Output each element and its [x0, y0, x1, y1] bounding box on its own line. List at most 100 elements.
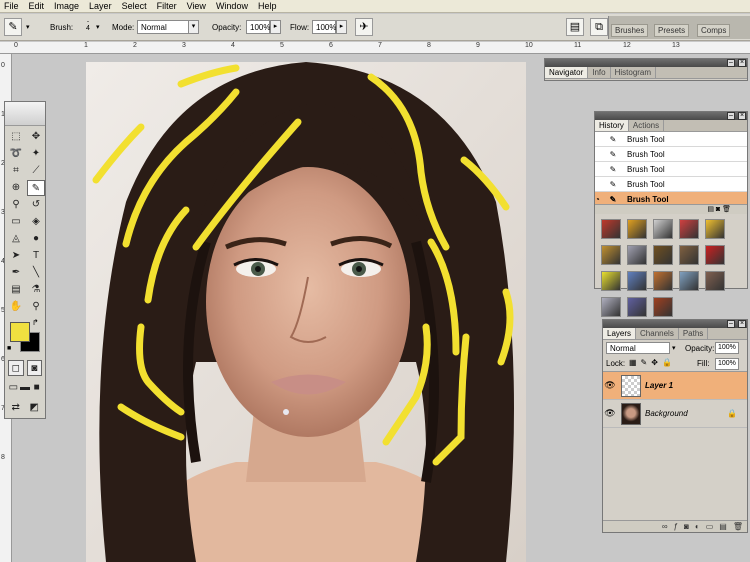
layer-style-icon[interactable]: ƒ	[674, 522, 678, 531]
line-tool-icon[interactable]: ╲	[27, 265, 45, 281]
style-swatch[interactable]	[679, 245, 699, 265]
tool-preset-brush-icon[interactable]: ✎	[4, 18, 22, 36]
tab-histogram[interactable]: Histogram	[611, 67, 657, 78]
marquee-tool-icon[interactable]: ⬚	[7, 129, 25, 145]
eye-icon[interactable]: 👁	[603, 380, 617, 391]
airbrush-icon[interactable]: ✈	[355, 18, 373, 36]
dodge-tool-icon[interactable]: ●	[27, 231, 45, 247]
minimize-icon[interactable]: –	[727, 59, 735, 67]
minimize-icon[interactable]: –	[727, 320, 735, 328]
menu-view[interactable]: View	[187, 1, 206, 11]
link-layers-icon[interactable]: ∞	[662, 522, 668, 531]
standard-mode-icon[interactable]: ◻	[8, 360, 24, 376]
well-tab-comps[interactable]: Comps	[697, 24, 731, 37]
menu-filter[interactable]: Filter	[157, 1, 177, 11]
zoom-tool-icon[interactable]: ⚲	[27, 299, 45, 315]
tab-history[interactable]: History	[595, 120, 629, 131]
minimize-icon[interactable]: –	[727, 112, 735, 120]
style-swatch[interactable]	[627, 219, 647, 239]
close-icon[interactable]: ×	[738, 59, 746, 67]
quick-mask-mode-icon[interactable]: ◙	[26, 360, 42, 376]
layer-row-layer-1[interactable]: 👁 Layer 1	[603, 372, 747, 400]
jump-to-imageready-icon[interactable]: ⇄	[8, 400, 24, 416]
layer-row-background[interactable]: 👁 Background 🔒	[603, 400, 747, 428]
history-state[interactable]: ◔ ✎ Brush Tool	[595, 192, 747, 204]
style-swatch[interactable]	[653, 219, 673, 239]
eyedropper-tool-icon[interactable]: ⚗	[27, 282, 45, 298]
standard-screen-icon[interactable]: ▭	[8, 380, 19, 396]
menu-select[interactable]: Select	[122, 1, 147, 11]
swap-colors-icon[interactable]: ↱	[32, 318, 39, 327]
style-swatch[interactable]	[601, 297, 621, 317]
new-document-icon[interactable]: ▤	[707, 206, 714, 213]
trash-icon[interactable]: 🗑	[722, 206, 731, 213]
mode-select[interactable]: Normal	[137, 20, 189, 34]
eye-icon[interactable]: 👁	[603, 408, 617, 419]
history-state[interactable]: ✎ Brush Tool	[595, 147, 747, 162]
tab-navigator[interactable]: Navigator	[545, 67, 589, 78]
style-swatch[interactable]	[601, 219, 621, 239]
pen-tool-icon[interactable]: ✒	[7, 265, 25, 281]
clone-stamp-tool-icon[interactable]: ⚲	[7, 197, 25, 213]
history-state[interactable]: ✎ Brush Tool	[595, 162, 747, 177]
lasso-tool-icon[interactable]: ➰	[7, 146, 25, 162]
paint-bucket-tool-icon[interactable]: ◈	[27, 214, 45, 230]
close-icon[interactable]: ×	[738, 112, 746, 120]
palette-toggle-icon[interactable]: ⧉	[590, 18, 608, 36]
navigator-panel-titlebar[interactable]: – ×	[545, 59, 747, 67]
style-swatch[interactable]	[653, 297, 673, 317]
style-swatch[interactable]	[679, 271, 699, 291]
style-swatch[interactable]	[627, 245, 647, 265]
adjustment-layer-icon[interactable]: ◐	[695, 522, 700, 531]
tab-paths[interactable]: Paths	[679, 328, 709, 339]
style-swatch[interactable]	[627, 271, 647, 291]
style-swatch[interactable]	[679, 219, 699, 239]
style-swatch[interactable]	[705, 245, 725, 265]
style-swatch[interactable]	[601, 245, 621, 265]
crop-tool-icon[interactable]: ⌗	[7, 163, 25, 179]
brush-picker[interactable]: · 4	[80, 17, 96, 33]
layer-mask-icon[interactable]: ◙	[684, 522, 689, 531]
history-state[interactable]: ✎ Brush Tool	[595, 177, 747, 192]
eraser-tool-icon[interactable]: ▭	[7, 214, 25, 230]
style-swatch[interactable]	[627, 297, 647, 317]
new-group-icon[interactable]: ▭	[706, 522, 714, 531]
foreground-color-swatch[interactable]	[10, 322, 30, 342]
blend-mode-select[interactable]: Normal	[606, 342, 670, 354]
tab-actions[interactable]: Actions	[629, 120, 665, 131]
default-colors-icon[interactable]: ■	[7, 345, 11, 352]
history-panel-titlebar[interactable]: – ×	[595, 112, 747, 120]
tool-preset-dropdown-icon[interactable]: ▾	[26, 23, 30, 31]
mode-dropdown-icon[interactable]: ▾	[188, 20, 199, 34]
menu-image[interactable]: Image	[54, 1, 79, 11]
style-swatch[interactable]	[705, 219, 725, 239]
well-tab-brushes[interactable]: Brushes	[611, 24, 649, 37]
flow-input[interactable]: 100%	[312, 20, 336, 34]
toolbox-header[interactable]	[5, 102, 45, 126]
imageready-icon[interactable]: ◩	[27, 400, 43, 416]
close-icon[interactable]: ×	[738, 320, 746, 328]
style-swatch[interactable]	[653, 245, 673, 265]
menu-file[interactable]: File	[4, 1, 19, 11]
type-tool-icon[interactable]: T	[27, 248, 45, 264]
tab-channels[interactable]: Channels	[636, 328, 679, 339]
history-source-icon[interactable]: ◔	[595, 195, 607, 204]
hand-tool-icon[interactable]: ✋	[7, 299, 25, 315]
trash-icon[interactable]: 🗑	[733, 522, 743, 531]
lock-options-icons[interactable]: ▦✎✥🔒	[629, 358, 676, 367]
well-tab-presets[interactable]: Presets	[654, 24, 690, 37]
new-layer-icon[interactable]: ▤	[719, 522, 727, 531]
blend-mode-dropdown-icon[interactable]: ▾	[672, 344, 676, 352]
layer-fill-input[interactable]: 100%	[715, 358, 739, 370]
full-screen-menu-icon[interactable]: ▬	[20, 380, 31, 396]
opacity-input[interactable]: 100%	[246, 20, 270, 34]
layers-panel-titlebar[interactable]: – ×	[603, 320, 747, 328]
full-screen-icon[interactable]: ■	[31, 380, 42, 396]
style-swatch[interactable]	[705, 271, 725, 291]
menu-layer[interactable]: Layer	[89, 1, 112, 11]
layer-opacity-input[interactable]: 100%	[715, 342, 739, 354]
slice-tool-icon[interactable]: ⟋	[27, 163, 45, 179]
opacity-slider-icon[interactable]: ▸	[270, 20, 281, 34]
blur-tool-icon[interactable]: ◬	[7, 231, 25, 247]
document-canvas[interactable]	[86, 62, 526, 562]
